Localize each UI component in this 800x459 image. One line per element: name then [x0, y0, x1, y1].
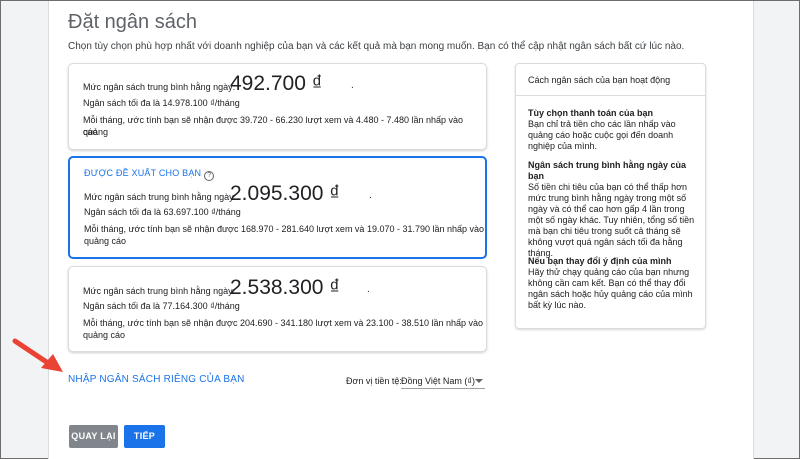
info-text: bất kỳ lúc nào.: [528, 300, 587, 310]
red-arrow-annotation: [12, 338, 63, 372]
estimate-line-2: quảng cáo: [84, 236, 127, 246]
help-icon[interactable]: ?: [204, 171, 215, 181]
info-text: một số ngày khác. Tuy nhiên, tổng số tiề…: [528, 215, 695, 225]
estimate-line-1: Mỗi tháng, ước tính bạn sẽ nhận được 168…: [84, 224, 485, 234]
daily-budget-label: Mức ngân sách trung bình hằng ngày:: [83, 82, 236, 92]
info-text: ngày và có thể cao hơn gấp 4 lần trong: [528, 204, 685, 214]
daily-budget-amount: 492.700 ₫: [230, 72, 323, 95]
estimate-line-2: quảng cáo: [83, 330, 126, 340]
currency-value: Đồng Việt Nam (₫): [401, 376, 475, 386]
info-text: ngân sách hoặc hủy quảng cáo của mình: [528, 289, 693, 299]
currency-selector[interactable]: Đơn vị tiền tệ: Đồng Việt Nam (₫): [346, 374, 486, 389]
amount-dot: .: [351, 80, 354, 91]
amount-dot: .: [367, 284, 370, 295]
info-section-change: Nếu bạn thay đổi ý định của mình Hãy thử…: [528, 256, 698, 311]
amount-dot: .: [369, 190, 372, 201]
daily-budget-label: Mức ngân sách trung bình hằng ngày:: [83, 286, 236, 296]
info-text: mức trung bình hằng ngày trong một số: [528, 193, 687, 203]
monthly-max: Ngân sách tối đa là 77.164.300 ₫/tháng: [83, 301, 240, 311]
page-title: Đặt ngân sách: [68, 11, 197, 33]
budget-option-2[interactable]: ĐƯỢC ĐỀ XUẤT CHO BẠN? Mức ngân sách trun…: [68, 156, 487, 259]
currency-label: Đơn vị tiền tệ:: [346, 376, 402, 386]
info-section-daily: Ngân sách trung bình hằng ngày của bạn S…: [528, 160, 698, 259]
custom-budget-link[interactable]: NHẬP NGÂN SÁCH RIÊNG CỦA BẠN: [68, 374, 245, 385]
daily-budget-amount: 2.095.300 ₫: [230, 182, 341, 205]
info-text: Bạn chỉ trả tiền cho các lần nhấp vào: [528, 119, 676, 129]
estimate-line-1: Mỗi tháng, ước tính bạn sẽ nhận được 39.…: [83, 115, 464, 137]
currency-dropdown[interactable]: Đồng Việt Nam (₫): [401, 374, 485, 389]
info-text: quảng cáo hoặc cuộc gọi đến doanh: [528, 130, 674, 140]
page-subtitle: Chọn tùy chọn phù hợp nhất với doanh ngh…: [68, 41, 685, 52]
caret-down-icon: [475, 379, 483, 383]
monthly-max: Ngân sách tối đa là 63.697.100 ₫/tháng: [84, 207, 241, 217]
arrow-shaft: [12, 338, 54, 368]
info-heading: Nếu bạn thay đổi ý định của mình: [528, 256, 672, 266]
daily-budget-label: Mức ngân sách trung bình hằng ngày:: [84, 192, 237, 202]
budget-option-1[interactable]: Mức ngân sách trung bình hằng ngày: 492.…: [68, 63, 487, 150]
budget-option-3[interactable]: Mức ngân sách trung bình hằng ngày: 2.53…: [68, 266, 487, 352]
info-heading: Ngân sách trung bình hằng ngày của bạn: [528, 160, 687, 181]
estimate-line-2: cáo: [83, 127, 98, 137]
budget-page: Đặt ngân sách Chọn tùy chọn phù hợp nhất…: [48, 1, 754, 459]
info-panel-title: Cách ngân sách của bạn hoạt động: [516, 64, 705, 96]
info-text: không vượt quá ngân sách tối đa hằng: [528, 237, 683, 247]
recommended-badge: ĐƯỢC ĐỀ XUẤT CHO BẠN?: [84, 168, 215, 181]
monthly-max: Ngân sách tối đa là 14.978.100 ₫/tháng: [83, 98, 240, 108]
info-text: Hãy thử chạy quảng cáo của bạn nhưng: [528, 267, 690, 277]
info-text: mà bạn chi tiêu trong suốt cả tháng sẽ: [528, 226, 681, 236]
estimate-line-1: Mỗi tháng, ước tính bạn sẽ nhận được 204…: [83, 318, 484, 328]
info-text: không cần cam kết. Bạn có thể thay đổi: [528, 278, 686, 288]
back-button[interactable]: QUAY LẠI: [69, 425, 118, 448]
info-text: nghiệp của mình.: [528, 141, 598, 151]
info-section-payment: Tùy chọn thanh toán của bạn Bạn chỉ trả …: [528, 108, 698, 152]
window-frame: Đặt ngân sách Chọn tùy chọn phù hợp nhất…: [0, 0, 800, 459]
daily-budget-amount: 2.538.300 ₫: [230, 276, 341, 299]
info-heading: Tùy chọn thanh toán của bạn: [528, 108, 654, 118]
next-button[interactable]: TIẾP: [124, 425, 165, 448]
budget-info-panel: Cách ngân sách của bạn hoạt động Tùy chọ…: [515, 63, 706, 329]
info-text: Số tiền chi tiêu của bạn có thể thấp hơn: [528, 182, 688, 192]
